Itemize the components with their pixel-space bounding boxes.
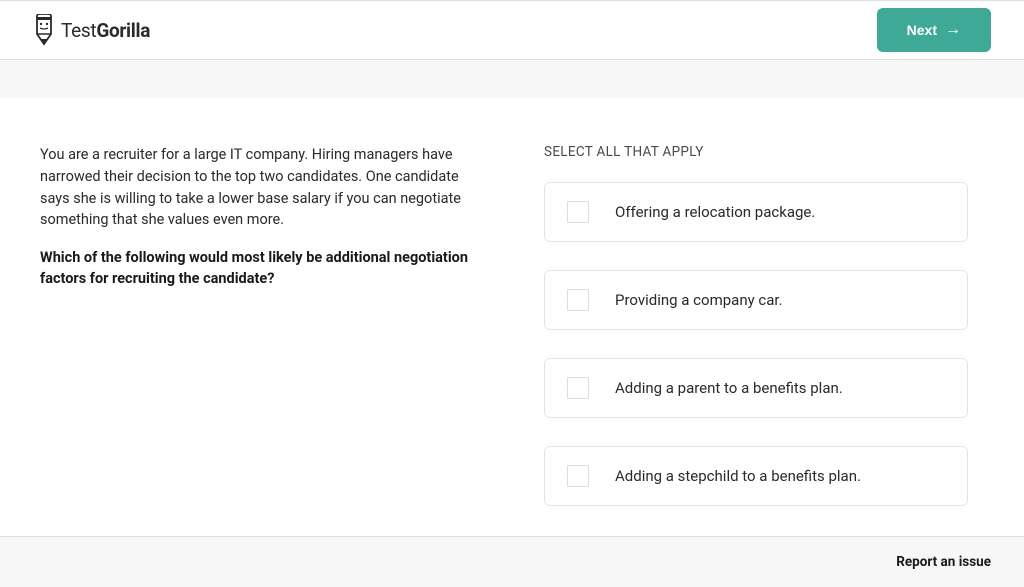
answer-option-2[interactable]: Providing a company car. (544, 270, 968, 330)
header: TestGorilla Next → (0, 0, 1024, 60)
checkbox-4[interactable] (567, 465, 589, 487)
arrow-right-icon: → (945, 21, 961, 39)
logo: TestGorilla (33, 14, 150, 46)
answer-option-1-label: Offering a relocation package. (615, 203, 815, 221)
next-button[interactable]: Next → (877, 8, 991, 52)
next-button-label: Next (907, 22, 937, 38)
question-column: You are a recruiter for a large IT compa… (40, 144, 480, 536)
answers-column: SELECT ALL THAT APPLY Offering a relocat… (544, 144, 968, 536)
logo-text-normal: Test (61, 19, 96, 42)
answer-option-3-label: Adding a parent to a benefits plan. (615, 379, 843, 397)
instruction-text: SELECT ALL THAT APPLY (544, 144, 968, 160)
answer-option-2-label: Providing a company car. (615, 291, 783, 309)
answer-option-3[interactable]: Adding a parent to a benefits plan. (544, 358, 968, 418)
report-issue-link[interactable]: Report an issue (896, 554, 991, 570)
checkbox-2[interactable] (567, 289, 589, 311)
gorilla-pencil-icon (33, 14, 55, 46)
answer-option-4-label: Adding a stepchild to a benefits plan. (615, 467, 861, 485)
content: You are a recruiter for a large IT compa… (0, 98, 1024, 536)
scenario-text: You are a recruiter for a large IT compa… (40, 144, 480, 231)
checkbox-1[interactable] (567, 201, 589, 223)
toolbar-gap (0, 60, 1024, 98)
answer-option-1[interactable]: Offering a relocation package. (544, 182, 968, 242)
answer-option-4[interactable]: Adding a stepchild to a benefits plan. (544, 446, 968, 506)
question-prompt: Which of the following would most likely… (40, 247, 480, 289)
logo-text-bold: Gorilla (96, 19, 150, 42)
logo-text: TestGorilla (61, 19, 150, 42)
checkbox-3[interactable] (567, 377, 589, 399)
footer: Report an issue (0, 536, 1024, 587)
